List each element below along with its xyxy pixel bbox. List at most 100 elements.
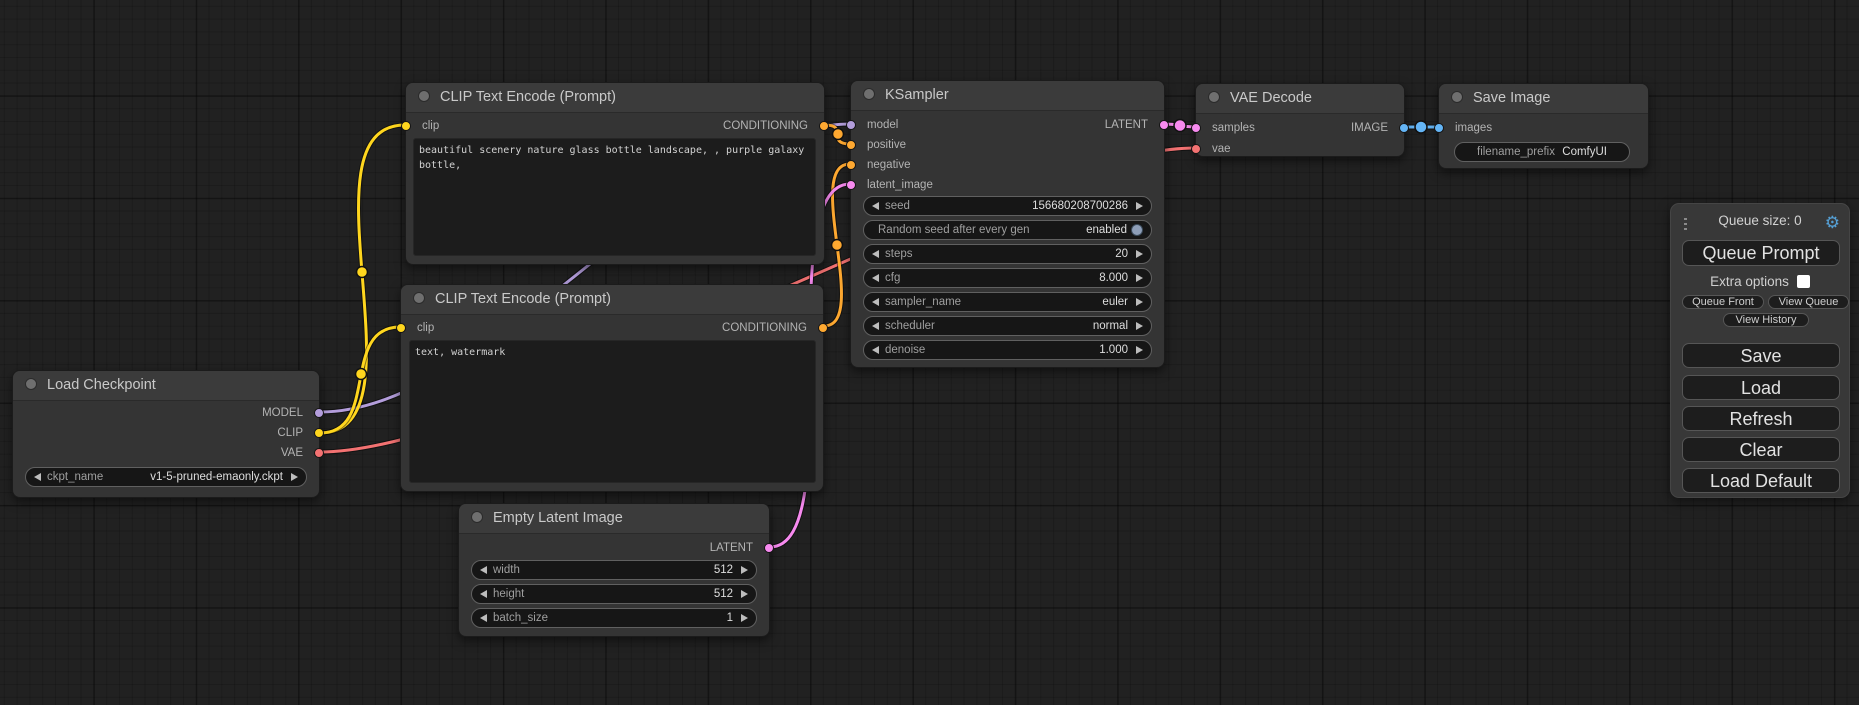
prev-value-arrow-icon[interactable]: [34, 473, 41, 481]
vae-input-port[interactable]: [1191, 144, 1201, 154]
clip-output-port[interactable]: [314, 428, 324, 438]
increment-arrow-icon[interactable]: [741, 614, 748, 622]
widget-value: 8.000: [1099, 272, 1128, 284]
node-title-bar[interactable]: VAE Decode: [1196, 84, 1404, 114]
cfg-widget[interactable]: cfg 8.000: [863, 268, 1152, 288]
decrement-arrow-icon[interactable]: [480, 590, 487, 598]
node-load-checkpoint[interactable]: Load Checkpoint MODEL CLIP VAE ckpt_name…: [12, 370, 320, 498]
widget-value: 512: [714, 564, 733, 576]
prev-value-arrow-icon[interactable]: [872, 322, 879, 330]
node-title-bar[interactable]: KSampler: [851, 81, 1164, 111]
increment-arrow-icon[interactable]: [1136, 274, 1143, 282]
images-input-label: images: [1455, 120, 1492, 136]
clear-button[interactable]: Clear: [1682, 437, 1840, 462]
node-title-bar[interactable]: CLIP Text Encode (Prompt): [406, 83, 824, 113]
model-input-label: model: [867, 117, 898, 133]
toggle-icon[interactable]: [1131, 224, 1143, 236]
positive-prompt-textarea[interactable]: beautiful scenery nature glass bottle la…: [413, 138, 816, 256]
node-clip-text-encode-positive[interactable]: CLIP Text Encode (Prompt) clip CONDITION…: [405, 82, 825, 265]
width-widget[interactable]: width 512: [471, 560, 757, 580]
widget-value: 156680208700286: [1032, 200, 1128, 212]
images-input-port[interactable]: [1434, 123, 1444, 133]
latent-output-port[interactable]: [764, 543, 774, 553]
height-widget[interactable]: height 512: [471, 584, 757, 604]
conditioning-output-label: CONDITIONING: [723, 118, 808, 134]
decrement-arrow-icon[interactable]: [480, 614, 487, 622]
queue-panel[interactable]: Queue size: 0 ⚙ Queue Prompt Extra optio…: [1670, 203, 1850, 498]
collapse-dot-icon[interactable]: [1451, 91, 1463, 103]
widget-label: steps: [885, 248, 913, 260]
node-title-bar[interactable]: Empty Latent Image: [459, 504, 769, 534]
collapse-dot-icon[interactable]: [471, 511, 483, 523]
denoise-widget[interactable]: denoise 1.000: [863, 340, 1152, 360]
widget-label: cfg: [885, 272, 900, 284]
node-title-bar[interactable]: Load Checkpoint: [13, 371, 319, 401]
sampler-name-widget[interactable]: sampler_name euler: [863, 292, 1152, 312]
increment-arrow-icon[interactable]: [1136, 346, 1143, 354]
model-input-port[interactable]: [846, 120, 856, 130]
decrement-arrow-icon[interactable]: [872, 202, 879, 210]
positive-input-port[interactable]: [846, 140, 856, 150]
increment-arrow-icon[interactable]: [741, 566, 748, 574]
save-button[interactable]: Save: [1682, 343, 1840, 368]
node-title-bar[interactable]: CLIP Text Encode (Prompt): [401, 285, 823, 315]
next-value-arrow-icon[interactable]: [1136, 298, 1143, 306]
node-graph-canvas[interactable]: Load Checkpoint MODEL CLIP VAE ckpt_name…: [0, 0, 1859, 705]
clip-input-port[interactable]: [396, 323, 406, 333]
load-default-button[interactable]: Load Default: [1682, 468, 1840, 493]
refresh-button[interactable]: Refresh: [1682, 406, 1840, 431]
image-output-port[interactable]: [1399, 123, 1409, 133]
node-save-image[interactable]: Save Image images filename_prefix ComfyU…: [1438, 83, 1649, 169]
ckpt-name-widget[interactable]: ckpt_name v1-5-pruned-emaonly.ckpt: [25, 467, 307, 487]
view-queue-button[interactable]: View Queue: [1768, 295, 1849, 309]
node-clip-text-encode-negative[interactable]: CLIP Text Encode (Prompt) clip CONDITION…: [400, 284, 824, 492]
node-ksampler[interactable]: KSampler model positive negative latent_…: [850, 80, 1165, 368]
scheduler-widget[interactable]: scheduler normal: [863, 316, 1152, 336]
model-output-port[interactable]: [314, 408, 324, 418]
collapse-dot-icon[interactable]: [863, 88, 875, 100]
widget-label: filename_prefix: [1477, 146, 1555, 158]
widget-label: width: [493, 564, 520, 576]
node-title-bar[interactable]: Save Image: [1439, 84, 1648, 114]
load-button[interactable]: Load: [1682, 375, 1840, 400]
positive-input-label: positive: [867, 137, 906, 153]
extra-options-checkbox[interactable]: [1797, 275, 1810, 288]
increment-arrow-icon[interactable]: [741, 590, 748, 598]
conditioning-output-port[interactable]: [818, 323, 828, 333]
collapse-dot-icon[interactable]: [25, 378, 37, 390]
steps-widget[interactable]: steps 20: [863, 244, 1152, 264]
filename-prefix-widget[interactable]: filename_prefix ComfyUI: [1454, 142, 1630, 162]
latent-output-port[interactable]: [1159, 120, 1169, 130]
queue-prompt-button[interactable]: Queue Prompt: [1682, 240, 1840, 266]
prev-value-arrow-icon[interactable]: [872, 298, 879, 306]
next-value-arrow-icon[interactable]: [291, 473, 298, 481]
collapse-dot-icon[interactable]: [413, 292, 425, 304]
increment-arrow-icon[interactable]: [1136, 250, 1143, 258]
node-title: Empty Latent Image: [493, 510, 623, 526]
node-title: KSampler: [885, 87, 949, 103]
vae-output-port[interactable]: [314, 448, 324, 458]
clip-input-port[interactable]: [401, 121, 411, 131]
collapse-dot-icon[interactable]: [418, 90, 430, 102]
negative-input-port[interactable]: [846, 160, 856, 170]
decrement-arrow-icon[interactable]: [872, 346, 879, 354]
widget-value: v1-5-pruned-emaonly.ckpt: [150, 471, 283, 483]
conditioning-output-port[interactable]: [819, 121, 829, 131]
node-empty-latent-image[interactable]: Empty Latent Image LATENT width 512 heig…: [458, 503, 770, 637]
samples-input-port[interactable]: [1191, 123, 1201, 133]
gear-icon[interactable]: ⚙: [1825, 214, 1840, 232]
next-value-arrow-icon[interactable]: [1136, 322, 1143, 330]
collapse-dot-icon[interactable]: [1208, 91, 1220, 103]
seed-widget[interactable]: seed 156680208700286: [863, 196, 1152, 216]
queue-front-button[interactable]: Queue Front: [1682, 295, 1764, 309]
decrement-arrow-icon[interactable]: [872, 274, 879, 282]
node-vae-decode[interactable]: VAE Decode samples vae IMAGE: [1195, 83, 1405, 157]
latent-image-input-port[interactable]: [846, 180, 856, 190]
decrement-arrow-icon[interactable]: [872, 250, 879, 258]
negative-prompt-textarea[interactable]: text, watermark: [409, 340, 816, 483]
increment-arrow-icon[interactable]: [1136, 202, 1143, 210]
batch-size-widget[interactable]: batch_size 1: [471, 608, 757, 628]
decrement-arrow-icon[interactable]: [480, 566, 487, 574]
view-history-button[interactable]: View History: [1723, 313, 1809, 327]
random-seed-toggle-widget[interactable]: Random seed after every gen enabled: [863, 220, 1152, 240]
